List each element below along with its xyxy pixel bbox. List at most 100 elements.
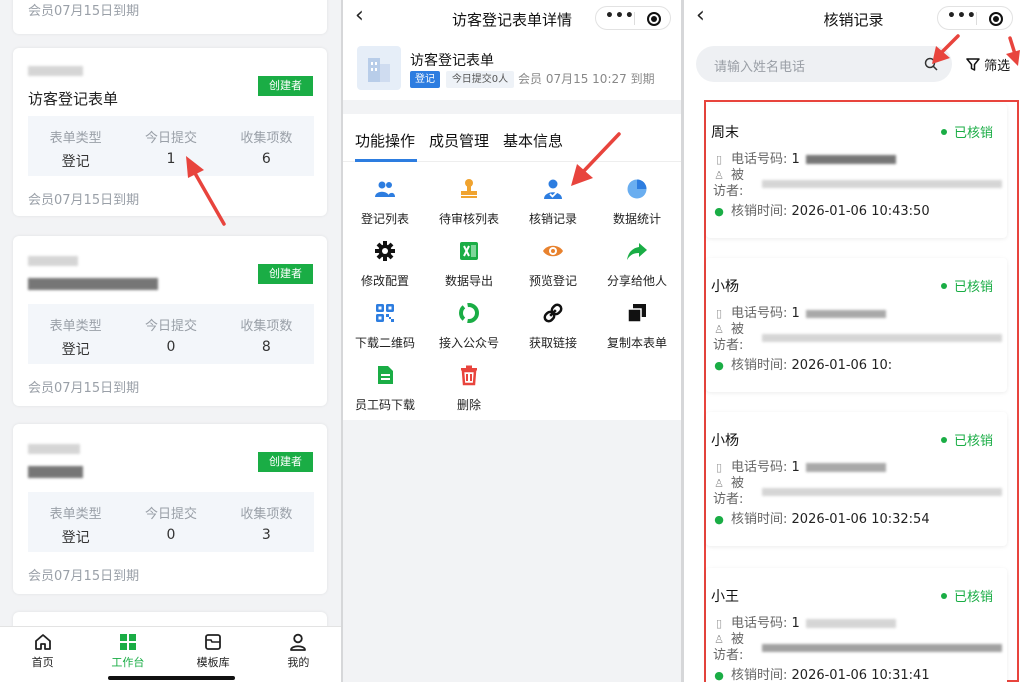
verify-time: 2026-01-06 10:32:54 — [791, 512, 930, 527]
mini-program-capsule: ••• — [937, 6, 1013, 30]
loop-icon — [459, 303, 479, 323]
func-register-list[interactable]: 登记列表 — [343, 178, 427, 227]
redacted-owner — [28, 444, 80, 454]
stat-value: 8 — [261, 339, 271, 355]
func-download-qrcode[interactable]: 下载二维码 — [343, 302, 427, 351]
bottom-tabbar: 首页 工作台 模板库 我的 — [0, 626, 341, 682]
phone-value: 1 — [791, 152, 800, 167]
close-target-icon[interactable] — [647, 12, 661, 26]
search-bar[interactable]: 请输入姓名电话 — [696, 46, 952, 82]
tab-templates[interactable]: 模板库 — [171, 627, 256, 682]
func-connect-official-account[interactable]: 接入公众号 — [427, 302, 511, 351]
person-icon: ♙ — [714, 633, 724, 646]
phone-icon: ▯ — [715, 461, 723, 474]
creator-badge: 创建者 — [258, 452, 313, 472]
func-delete[interactable]: 删除 — [427, 364, 511, 413]
status-verified: 已核销 — [941, 122, 993, 141]
redacted-phone — [806, 619, 896, 628]
folder-icon — [205, 634, 222, 650]
filter-button[interactable]: 筛选 — [966, 55, 1010, 74]
func-pending-review[interactable]: 待审核列表 — [427, 178, 511, 227]
func-label: 登记列表 — [360, 212, 409, 226]
tab-basic-info[interactable]: 基本信息 — [503, 130, 563, 151]
tab-workbench[interactable]: 工作台 — [85, 627, 170, 682]
person-icon: ♙ — [714, 323, 724, 336]
tab-members[interactable]: 成员管理 — [429, 130, 489, 151]
func-label: 接入公众号 — [438, 336, 499, 350]
link-icon — [543, 303, 563, 323]
stat-label: 收集项数 — [240, 507, 293, 522]
redacted-phone — [806, 155, 896, 164]
stat-label: 表单类型 — [49, 507, 102, 522]
record-card[interactable]: 小王 已核销 ▯ 电话号码: 1 ♙ 被访者: ● 核销时间: 2026-01-06 … — [706, 568, 1007, 682]
copy-icon — [627, 304, 646, 323]
visitor-name: 周末 — [711, 125, 739, 141]
redacted-phone — [806, 310, 886, 318]
phone-icon: ▯ — [715, 307, 723, 320]
capsule-divider — [976, 12, 977, 25]
redacted-visitee — [762, 644, 1002, 652]
tab-label: 模板库 — [196, 656, 230, 669]
search-icon[interactable] — [924, 57, 938, 71]
share-icon — [627, 243, 647, 260]
func-label: 核销记录 — [528, 212, 577, 226]
stat-value: 0 — [166, 527, 176, 543]
phone-icon: ▯ — [715, 617, 723, 630]
form-card[interactable]: 访客登记表单 创建者 表单类型 登记 今日提交 1 收集项数 6 会员07月15日到期 — [13, 48, 327, 216]
record-card[interactable]: 周末 已核销 ▯ 电话号码: 1 ♙ 被访者: ● 核销时间: 2026-01-06 … — [706, 104, 1007, 238]
func-share[interactable]: 分享给他人 — [595, 240, 679, 289]
func-export[interactable]: 数据导出 — [427, 240, 511, 289]
func-label: 数据统计 — [612, 212, 661, 226]
time-label: 核销时间: — [731, 204, 788, 219]
search-input[interactable]: 请输入姓名电话 — [714, 56, 805, 75]
form-name: 访客登记表单 — [410, 53, 494, 69]
tab-label: 我的 — [287, 656, 310, 669]
func-statistics[interactable]: 数据统计 — [595, 178, 679, 227]
status-verified: 已核销 — [941, 586, 993, 605]
stat-label: 今日提交 — [144, 319, 197, 334]
dot-icon: ● — [714, 669, 724, 682]
tab-functions[interactable]: 功能操作 — [355, 130, 415, 151]
workbench-panel: 会员07月15日到期 访客登记表单 创建者 表单类型 登记 今日提交 1 收集项数 6… — [0, 0, 341, 682]
pie-chart-icon — [627, 179, 647, 199]
stat-label: 收集项数 — [240, 131, 293, 146]
record-card[interactable]: 小杨 已核销 ▯ 电话号码: 1 ♙ 被访者: ● 核销时间: 2026-01-06 … — [706, 258, 1007, 392]
form-card-top[interactable]: 会员07月15日到期 — [13, 0, 327, 34]
function-grid: 登记列表 待审核列表 核销记录 数据统计 修改配置 数据导出 预览登记 分享给他… — [343, 162, 681, 420]
visitor-name: 小杨 — [711, 279, 739, 295]
file-icon — [378, 366, 393, 384]
func-edit-config[interactable]: 修改配置 — [343, 240, 427, 289]
form-card[interactable]: 创建者 表单类型 登记 今日提交 0 收集项数 8 会员07月15日到期 — [13, 236, 327, 406]
phone-label: 电话号码: — [731, 460, 788, 475]
more-dots-icon[interactable]: ••• — [605, 8, 635, 24]
eye-icon — [543, 245, 563, 257]
redacted-phone — [806, 463, 886, 472]
func-get-link[interactable]: 获取链接 — [511, 302, 595, 351]
func-label: 删除 — [456, 398, 481, 412]
filter-icon — [966, 58, 980, 71]
func-staff-code-download[interactable]: 员工码下载 — [343, 364, 427, 413]
building-icon — [357, 46, 401, 90]
more-dots-icon[interactable]: ••• — [947, 8, 977, 24]
stat-value: 6 — [261, 151, 271, 167]
tab-mine[interactable]: 我的 — [256, 627, 341, 682]
stat-label: 表单类型 — [49, 319, 102, 334]
today-tag: 今日提交0人 — [446, 71, 514, 88]
func-label: 复制本表单 — [606, 336, 667, 350]
func-copy-form[interactable]: 复制本表单 — [595, 302, 679, 351]
form-card[interactable]: 创建者 表单类型 登记 今日提交 0 收集项数 3 会员07月15日到期 — [13, 424, 327, 594]
redacted-visitee — [762, 334, 1002, 342]
func-preview[interactable]: 预览登记 — [511, 240, 595, 289]
record-card[interactable]: 小杨 已核销 ▯ 电话号码: 1 ♙ 被访者: ● 核销时间: 2026-01-06 … — [706, 412, 1007, 546]
tab-home[interactable]: 首页 — [0, 627, 85, 682]
close-target-icon[interactable] — [989, 12, 1003, 26]
stat-label: 今日提交 — [144, 507, 197, 522]
func-label: 预览登记 — [528, 274, 577, 288]
stat-value: 登记 — [61, 530, 90, 546]
card-title: 访客登记表单 — [28, 90, 119, 108]
phone-label: 电话号码: — [731, 152, 788, 167]
func-verify-records[interactable]: 核销记录 — [511, 178, 595, 227]
phone-value: 1 — [791, 616, 800, 631]
type-tag: 登记 — [410, 71, 440, 88]
user-check-icon — [544, 179, 562, 199]
